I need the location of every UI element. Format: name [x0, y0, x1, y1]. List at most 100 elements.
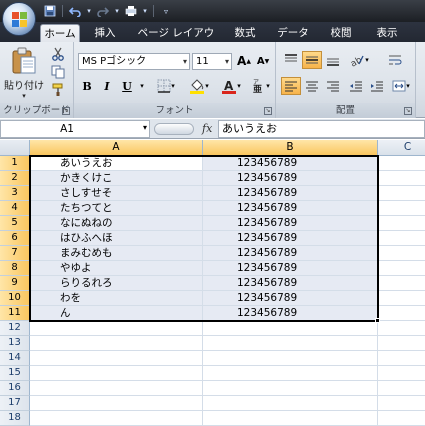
cell-b[interactable] [203, 381, 378, 396]
redo-icon[interactable] [95, 3, 111, 19]
column-header-b[interactable]: B [203, 140, 378, 156]
cell-b[interactable]: 123456789 [203, 156, 378, 171]
row-header[interactable]: 8 [0, 261, 30, 276]
row-header[interactable]: 2 [0, 171, 30, 186]
row-header[interactable]: 4 [0, 201, 30, 216]
row-header[interactable]: 12 [0, 321, 30, 336]
row-header[interactable]: 10 [0, 291, 30, 306]
phonetic-button[interactable]: ア亜 ▾ [249, 77, 271, 95]
increase-indent-button[interactable] [367, 77, 387, 95]
row-header[interactable]: 17 [0, 396, 30, 411]
row-header[interactable]: 7 [0, 246, 30, 261]
cell-c[interactable] [378, 171, 425, 186]
borders-button[interactable]: ▾ [152, 77, 180, 95]
font-launcher-icon[interactable]: ↘ [264, 107, 272, 115]
row-header[interactable]: 5 [0, 216, 30, 231]
print-dropdown-icon[interactable]: ▾ [141, 3, 149, 19]
alignment-launcher-icon[interactable]: ↘ [404, 107, 412, 115]
cell-a[interactable]: あいうえお [30, 156, 203, 171]
cell-c[interactable] [378, 381, 425, 396]
cell-b[interactable]: 123456789 [203, 216, 378, 231]
cell-b[interactable] [203, 321, 378, 336]
shrink-font-button[interactable]: A ▼ [254, 52, 272, 70]
cell-c[interactable] [378, 336, 425, 351]
row-header[interactable]: 13 [0, 336, 30, 351]
row-header[interactable]: 15 [0, 366, 30, 381]
cell-a[interactable]: なにぬねの [30, 216, 203, 231]
cell-c[interactable] [378, 216, 425, 231]
cell-a[interactable]: やゆよ [30, 261, 203, 276]
undo-dropdown-icon[interactable]: ▾ [85, 3, 93, 19]
wrap-text-button[interactable] [384, 51, 406, 69]
font-size-combo[interactable]: 11 ▾ [192, 53, 232, 70]
cell-a[interactable] [30, 411, 203, 426]
formula-splitter[interactable] [154, 123, 194, 135]
row-header[interactable]: 16 [0, 381, 30, 396]
align-bottom-button[interactable] [323, 51, 343, 69]
tab-formulas[interactable]: 数式 [228, 24, 262, 42]
orientation-button[interactable]: ab ▾ [346, 51, 372, 69]
cell-b[interactable]: 123456789 [203, 306, 378, 321]
cell-c[interactable] [378, 276, 425, 291]
cell-a[interactable]: まみむめも [30, 246, 203, 261]
align-middle-button[interactable] [302, 51, 322, 69]
cell-c[interactable] [378, 366, 425, 381]
cell-a[interactable] [30, 396, 203, 411]
row-header[interactable]: 6 [0, 231, 30, 246]
align-top-button[interactable] [281, 51, 301, 69]
cell-b[interactable]: 123456789 [203, 261, 378, 276]
cell-c[interactable] [378, 156, 425, 171]
tab-data[interactable]: データ [274, 24, 312, 42]
tab-page-layout[interactable]: ページ レイアウト [134, 24, 218, 57]
undo-icon[interactable] [67, 3, 83, 19]
column-header-c[interactable]: C [378, 140, 425, 156]
insert-function-icon[interactable]: fx [202, 120, 212, 138]
align-center-button[interactable] [302, 77, 322, 95]
cell-c[interactable] [378, 351, 425, 366]
name-box[interactable]: A1 ▾ [0, 120, 150, 138]
grow-font-button[interactable]: A ▲ [235, 52, 253, 70]
cell-c[interactable] [378, 321, 425, 336]
name-box-dropdown-icon[interactable]: ▾ [143, 123, 147, 132]
tab-home[interactable]: ホーム [40, 24, 80, 42]
font-color-button[interactable]: A ▾ [216, 77, 246, 95]
tab-insert[interactable]: 挿入 [88, 24, 122, 42]
cell-c[interactable] [378, 231, 425, 246]
redo-dropdown-icon[interactable]: ▾ [113, 3, 121, 19]
cut-button[interactable] [48, 46, 68, 62]
bold-button[interactable]: B [78, 77, 96, 95]
cell-c[interactable] [378, 201, 425, 216]
underline-button[interactable]: U [118, 77, 136, 95]
paste-button[interactable]: 貼り付け ▾ [4, 46, 44, 100]
format-painter-button[interactable] [48, 82, 68, 98]
tab-review[interactable]: 校閲 [324, 24, 358, 42]
cell-a[interactable] [30, 321, 203, 336]
align-left-button[interactable] [281, 77, 301, 95]
formula-input[interactable]: あいうえお [218, 120, 425, 138]
cell-a[interactable]: たちつてと [30, 201, 203, 216]
cell-c[interactable] [378, 411, 425, 426]
cell-a[interactable]: わを [30, 291, 203, 306]
cell-b[interactable]: 123456789 [203, 171, 378, 186]
column-header-a[interactable]: A [30, 140, 203, 156]
row-header[interactable]: 14 [0, 351, 30, 366]
cell-b[interactable]: 123456789 [203, 231, 378, 246]
select-all-corner[interactable] [0, 140, 30, 156]
cell-c[interactable] [378, 396, 425, 411]
cell-a[interactable] [30, 336, 203, 351]
cell-b[interactable]: 123456789 [203, 186, 378, 201]
cell-b[interactable]: 123456789 [203, 276, 378, 291]
cell-c[interactable] [378, 261, 425, 276]
fill-color-button[interactable]: ▾ [184, 77, 214, 95]
row-header[interactable]: 18 [0, 411, 30, 426]
cell-b[interactable] [203, 396, 378, 411]
cell-b[interactable]: 123456789 [203, 201, 378, 216]
cell-c[interactable] [378, 186, 425, 201]
copy-button[interactable] [48, 64, 68, 80]
office-button[interactable] [2, 2, 36, 36]
align-right-button[interactable] [323, 77, 343, 95]
cell-a[interactable]: らりるれろ [30, 276, 203, 291]
cell-b[interactable] [203, 366, 378, 381]
customize-qat-icon[interactable]: ▿ [158, 3, 174, 19]
italic-button[interactable]: I [98, 77, 116, 95]
